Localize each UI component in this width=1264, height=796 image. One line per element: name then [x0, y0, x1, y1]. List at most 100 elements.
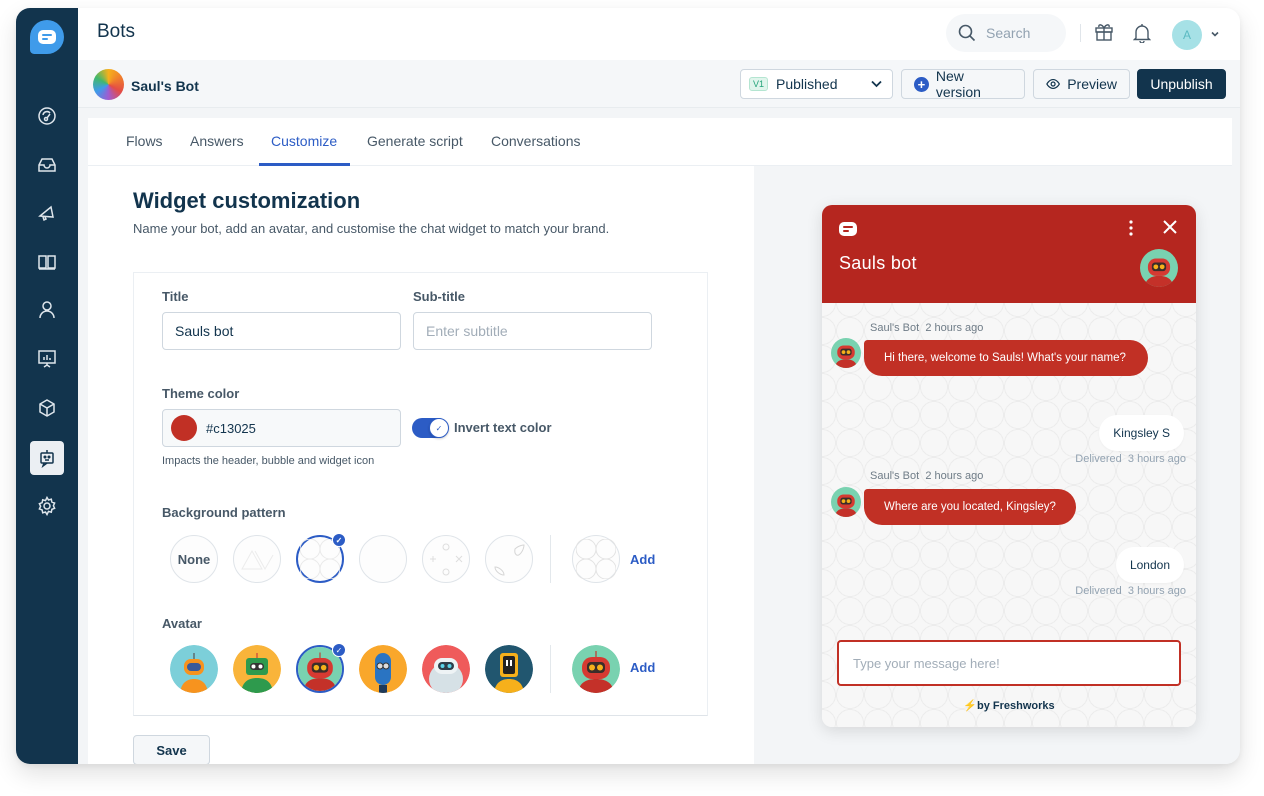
message-time: 3 hours ago — [1127, 585, 1186, 597]
orange-robot-avatar-icon — [170, 645, 218, 693]
triangles-pattern-icon — [241, 549, 274, 571]
red-robot-avatar-icon — [1140, 249, 1178, 287]
pattern-option-dots[interactable] — [359, 535, 407, 583]
section-title: Widget customization — [133, 188, 361, 213]
user-message-bubble: Kingsley S — [1099, 415, 1184, 451]
message-time: 2 hours ago — [925, 470, 984, 482]
gift-icon[interactable] — [1094, 22, 1114, 42]
tab-answers[interactable]: Answers — [190, 133, 244, 149]
add-pattern-link[interactable]: Add — [630, 552, 655, 567]
avatar-option-orange-robot[interactable] — [170, 645, 218, 693]
sidebar-item-campaigns[interactable] — [30, 196, 64, 230]
subtitle-label: Sub-title — [413, 289, 465, 304]
version-status: Published — [776, 76, 838, 92]
chat-bubble-icon — [839, 222, 857, 236]
subtitle-input[interactable]: Enter subtitle — [413, 312, 652, 350]
bot-icon — [40, 450, 54, 468]
title-value: Sauls bot — [175, 323, 234, 339]
notifications-bell-icon[interactable] — [1133, 23, 1151, 43]
bot-message-avatar — [831, 338, 861, 368]
widget-title: Sauls bot — [839, 253, 917, 273]
new-version-label: New version — [935, 68, 981, 100]
sidebar — [16, 8, 78, 764]
pattern-option-custom[interactable] — [572, 535, 620, 583]
invert-text-toggle[interactable]: ✓ — [412, 418, 449, 438]
avatar-option-tablet-robot[interactable] — [485, 645, 533, 693]
avatar-option-blue-robot[interactable] — [359, 645, 407, 693]
version-select[interactable]: V1 Published — [740, 69, 893, 99]
page-title: Bots — [97, 21, 136, 42]
sidebar-item-contacts[interactable] — [30, 293, 64, 327]
message-sender: Saul's Bot — [870, 470, 920, 482]
avatar-option-custom[interactable] — [572, 645, 620, 693]
custom-pattern-icon — [576, 539, 616, 579]
search-placeholder: Search — [986, 25, 1031, 41]
message-sender: Saul's Bot — [870, 322, 920, 334]
tab-generate-script[interactable]: Generate script — [367, 133, 463, 149]
version-badge: V1 — [749, 77, 769, 91]
avatar-option-white-robot[interactable] — [422, 645, 470, 693]
white-robot-avatar-icon — [422, 645, 470, 693]
bot-message-bubble: Where are you located, Kingsley? — [864, 489, 1076, 525]
app-logo[interactable] — [30, 20, 64, 54]
sidebar-item-dashboard[interactable] — [30, 99, 64, 133]
avatar-option-green-robot[interactable] — [233, 645, 281, 693]
unpublish-button[interactable]: Unpublish — [1137, 69, 1226, 99]
megaphone-icon — [38, 205, 54, 222]
add-avatar-link[interactable]: Add — [630, 660, 655, 675]
app-window: Bots Search A Saul's Bot V1 Published + … — [16, 8, 1240, 764]
blue-robot-avatar-icon — [359, 645, 407, 693]
background-pattern-label: Background pattern — [162, 505, 286, 520]
avatar-option-red-robot[interactable]: ✓ — [296, 643, 346, 693]
message-status: Delivered 3 hours ago — [1075, 585, 1186, 597]
widget-header: Sauls bot — [822, 205, 1196, 303]
color-swatch[interactable] — [171, 415, 197, 441]
preview-button[interactable]: Preview — [1033, 69, 1130, 99]
sidebar-item-inbox[interactable] — [30, 148, 64, 182]
sidebar-item-settings[interactable] — [30, 489, 64, 523]
search-input[interactable]: Search — [946, 14, 1066, 52]
preview-label: Preview — [1067, 76, 1117, 92]
user-message-bubble: London — [1115, 547, 1184, 583]
pattern-option-triangles[interactable] — [233, 535, 281, 583]
custom-avatar-icon — [572, 645, 620, 693]
dashboard-icon — [38, 107, 56, 125]
close-icon[interactable] — [1162, 219, 1178, 235]
title-input[interactable]: Sauls bot — [162, 312, 401, 350]
tab-conversations[interactable]: Conversations — [491, 133, 581, 149]
theme-helper-text: Impacts the header, bubble and widget ic… — [162, 455, 375, 467]
contacts-icon — [39, 301, 55, 319]
save-button[interactable]: Save — [133, 735, 210, 764]
plus-icon: + — [914, 76, 929, 92]
pattern-option-shapes[interactable] — [422, 535, 470, 583]
box-icon — [39, 399, 55, 417]
chevron-down-icon[interactable] — [1210, 29, 1220, 39]
lightning-icon: ⚡ — [963, 700, 978, 712]
pattern-option-none[interactable]: None — [170, 535, 218, 583]
red-robot-avatar-icon — [831, 487, 861, 517]
sidebar-item-bots[interactable] — [30, 441, 64, 475]
settings-icon — [38, 496, 56, 516]
sidebar-item-marketplace[interactable] — [30, 391, 64, 425]
chat-messages: Saul's Bot 2 hours ago Hi there, welcome… — [822, 303, 1196, 727]
tab-flows[interactable]: Flows — [126, 133, 163, 149]
user-avatar[interactable]: A — [1172, 20, 1202, 50]
sidebar-item-knowledge-base[interactable] — [30, 245, 64, 279]
sidebar-item-reports[interactable] — [30, 342, 64, 376]
powered-by: ⚡by Freshworks — [822, 699, 1196, 712]
more-options-icon[interactable] — [1128, 219, 1134, 237]
new-version-button[interactable]: + New version — [901, 68, 1025, 100]
theme-color-input[interactable]: #c13025 — [162, 409, 401, 447]
pattern-option-circles[interactable]: ✓ — [296, 533, 346, 583]
top-bar: Bots Search A — [78, 8, 1240, 60]
message-meta: Saul's Bot 2 hours ago — [870, 470, 983, 482]
chat-widget-preview: Sauls bot Saul's Bot 2 hours ago Hi ther… — [822, 205, 1196, 727]
message-input[interactable]: Type your message here! — [837, 640, 1181, 686]
customization-form: Title Sauls bot Sub-title Enter subtitle… — [133, 272, 708, 716]
leaves-pattern-icon — [494, 544, 525, 576]
pattern-option-leaves[interactable] — [485, 535, 533, 583]
tab-customize[interactable]: Customize — [271, 133, 337, 149]
avatar-label: Avatar — [162, 616, 202, 631]
bot-logo — [93, 69, 124, 100]
shapes-pattern-icon — [430, 543, 463, 576]
